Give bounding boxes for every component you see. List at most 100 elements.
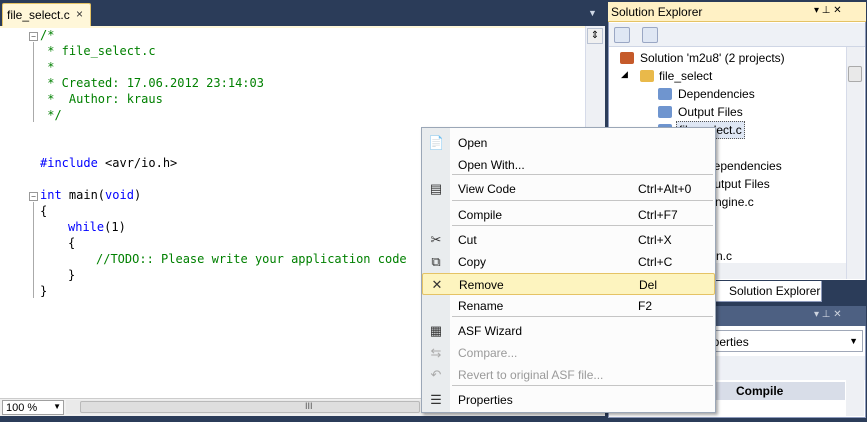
menu-item-label: Compare... xyxy=(458,346,518,360)
project-icon xyxy=(640,70,654,82)
chevron-down-icon: ▼ xyxy=(53,402,61,411)
tab-file-select[interactable]: file_select.c × xyxy=(2,3,91,26)
compare-icon: ⇆ xyxy=(430,345,442,360)
code-line: //TODO:: Please write your application c… xyxy=(96,252,407,266)
code-line: * xyxy=(40,60,55,74)
open-file-icon: 📄 xyxy=(428,135,445,150)
properties-toolbar-icon[interactable] xyxy=(614,27,630,43)
menu-item-label: Copy xyxy=(458,255,487,269)
menu-item-label: Open With... xyxy=(458,158,525,172)
menu-item-shortcut: F2 xyxy=(638,299,653,313)
revert-icon: ↶ xyxy=(430,367,442,382)
tree-item-project[interactable]: file_select xyxy=(659,69,712,83)
tab-solution-explorer[interactable]: Solution Explorer xyxy=(712,281,822,302)
menu-separator xyxy=(452,200,713,201)
menu-item-shortcut: Ctrl+C xyxy=(638,255,673,269)
menu-item-label: ASF Wizard xyxy=(458,324,523,338)
code-token: (1) xyxy=(104,220,126,234)
code-token: #include xyxy=(40,156,98,170)
fold-toggle-icon[interactable]: − xyxy=(29,192,38,201)
panel-controls-icon[interactable]: ▾ ⊥ ✕ xyxy=(814,309,842,320)
folder-icon xyxy=(658,106,672,118)
code-line: } xyxy=(40,284,48,298)
solution-icon xyxy=(620,52,634,64)
menu-item-shortcut: Del xyxy=(639,278,658,292)
folder-icon xyxy=(658,88,672,100)
asf-wizard-icon: ▦ xyxy=(429,323,443,338)
menu-item-remove[interactable]: ✕ Remove Del xyxy=(422,273,715,295)
code-line: /* xyxy=(40,28,55,42)
code-line: #include <avr/io.h> xyxy=(40,156,177,170)
copy-icon: ⧉ xyxy=(431,254,441,269)
tab-title: file_select.c xyxy=(7,8,70,22)
code-token: void xyxy=(105,188,134,202)
menu-item-view-code[interactable]: ▤ View Code Ctrl+Alt+0 xyxy=(422,178,715,200)
menu-item-copy[interactable]: ⧉ Copy Ctrl+C xyxy=(422,251,715,273)
expand-arrow-icon[interactable]: ◢ xyxy=(621,69,628,80)
panel-title: Solution Explorer xyxy=(611,5,703,19)
menu-item-open[interactable]: 📄 Open xyxy=(422,132,715,154)
tree-item-engine[interactable]: ngine.c xyxy=(715,195,754,209)
fold-guide xyxy=(33,42,34,122)
fold-guide xyxy=(33,202,34,298)
code-line: * Created: 17.06.2012 23:14:03 xyxy=(40,76,264,90)
code-line: * Author: kraus xyxy=(40,92,163,106)
code-token: int xyxy=(40,188,62,202)
menu-item-label: Revert to original ASF file... xyxy=(458,368,604,382)
menu-item-label: Compile xyxy=(458,208,503,222)
code-token: main( xyxy=(61,188,106,202)
show-all-files-icon[interactable] xyxy=(642,27,658,43)
menu-item-shortcut: Ctrl+F7 xyxy=(638,208,678,222)
fold-toggle-icon[interactable]: − xyxy=(29,32,38,41)
menu-item-label: Rename xyxy=(458,299,504,313)
code-token: <avr/io.h> xyxy=(97,156,178,170)
menu-item-label: Open xyxy=(458,136,488,150)
tree-item-dependencies[interactable]: Dependencies xyxy=(678,87,755,101)
remove-x-icon: ✕ xyxy=(431,277,443,292)
tree-item-solution[interactable]: Solution 'm2u8' (2 projects) xyxy=(640,51,785,65)
menu-item-asf-wizard[interactable]: ▦ ASF Wizard xyxy=(422,320,715,342)
code-line: */ xyxy=(40,108,62,122)
menu-item-rename[interactable]: Rename F2 xyxy=(422,295,715,317)
zoom-select[interactable]: 100 % ▼ xyxy=(2,400,64,415)
menu-item-cut[interactable]: ✂ Cut Ctrl+X xyxy=(422,229,715,251)
properties-icon: ☰ xyxy=(430,392,442,407)
menu-item-label: Cut xyxy=(458,233,477,247)
solution-explorer-titlebar: Solution Explorer ▾ ⊥ ✕ xyxy=(608,2,866,22)
panel-controls-icon[interactable]: ▾ ⊥ ✕ xyxy=(814,5,842,16)
scissors-icon: ✂ xyxy=(430,232,442,247)
editor-gutter xyxy=(0,28,20,400)
code-line: while(1) xyxy=(68,220,126,234)
close-icon[interactable]: × xyxy=(76,7,83,21)
menu-item-label: Remove xyxy=(459,278,504,292)
menu-item-compare[interactable]: ⇆ Compare... xyxy=(422,342,715,364)
tree-item-partial[interactable]: n.c xyxy=(716,249,732,263)
zoom-value: 100 % xyxy=(6,402,38,414)
tree-item-dependencies-2[interactable]: Dependencies xyxy=(705,159,782,173)
menu-item-revert-to-original-asf-file[interactable]: ↶ Revert to original ASF file... xyxy=(422,364,715,386)
chevron-down-icon: ▼ xyxy=(849,336,858,346)
code-line: { xyxy=(68,236,76,250)
properties-scrollbar[interactable] xyxy=(846,380,864,416)
menu-item-label: View Code xyxy=(458,182,516,196)
scrollbar-thumb[interactable] xyxy=(848,66,862,82)
split-view-icon[interactable]: ⇕ xyxy=(587,28,603,44)
tab-dropdown-icon[interactable]: ▼ xyxy=(588,8,600,20)
code-line: int main(void) xyxy=(40,188,141,202)
view-code-icon: ▤ xyxy=(429,181,443,196)
code-line: } xyxy=(68,268,76,282)
category-label: Compile xyxy=(736,384,784,398)
menu-item-open-with[interactable]: Open With... xyxy=(422,154,715,176)
code-line: { xyxy=(40,204,48,218)
tab-label: Solution Explorer xyxy=(729,284,821,298)
tree-item-output-files[interactable]: Output Files xyxy=(678,105,743,119)
code-token: ) xyxy=(133,188,142,202)
menu-item-compile[interactable]: Compile Ctrl+F7 xyxy=(422,204,715,226)
code-line: * file_select.c xyxy=(40,44,156,58)
code-token: while xyxy=(68,220,105,234)
menu-item-shortcut: Ctrl+Alt+0 xyxy=(638,182,692,196)
grip-icon: III xyxy=(305,401,313,411)
menu-item-label: Properties xyxy=(458,393,513,407)
scrollbar-thumb[interactable] xyxy=(80,401,420,413)
menu-item-properties[interactable]: ☰ Properties xyxy=(422,389,715,411)
